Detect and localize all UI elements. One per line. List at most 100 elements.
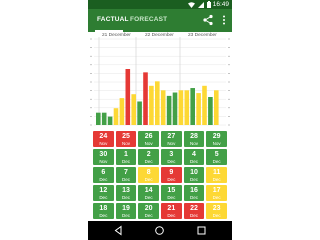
calendar-day-number: 30: [99, 150, 108, 158]
calendar-day-cell[interactable]: 6 Dec: [93, 167, 114, 183]
chart-bar: [131, 94, 136, 125]
calendar-day-cell[interactable]: 29 Nov: [206, 131, 227, 147]
calendar-day-month: Dec: [121, 212, 130, 218]
calendar-day-month: Nov: [144, 140, 153, 146]
calendar-day-month: Dec: [212, 158, 221, 164]
calendar-day-number: 13: [122, 186, 130, 194]
calendar-day-month: Dec: [144, 176, 153, 182]
calendar-day-cell[interactable]: 22 Dec: [183, 203, 205, 219]
calendar-day-cell[interactable]: 7 Dec: [115, 167, 137, 183]
calendar-day-cell[interactable]: 28 Nov: [183, 131, 205, 147]
calendar-day-cell[interactable]: 21 Dec: [160, 203, 182, 219]
calendar-day-cell[interactable]: 26 Nov: [138, 131, 159, 147]
calendar-day-cell[interactable]: 8 Dec: [138, 167, 159, 183]
chart-bar: [125, 69, 131, 125]
calendar-day-number: 15: [167, 186, 176, 194]
calendar-day-number: 19: [122, 204, 130, 212]
calendar-day-month: Dec: [121, 176, 130, 182]
calendar-day-number: 25: [122, 132, 130, 140]
navigation-bar: [88, 221, 232, 240]
calendar-day-number: 11: [212, 168, 221, 176]
battery-icon: [207, 1, 211, 8]
chart-bar: [184, 90, 190, 125]
phone-screen: 16:49 FACTUAL FORECAST 21 December 22 De…: [88, 0, 232, 240]
day-calendar-grid: 24 Nov 25 Nov 26 Nov 27 Nov 28 Nov 29 Nov 30 Nov 1 Dec 2…: [93, 131, 227, 219]
calendar-day-cell[interactable]: 25 Nov: [115, 131, 137, 147]
calendar-day-cell[interactable]: 17 Dec: [206, 185, 227, 201]
calendar-day-number: 17: [212, 186, 221, 194]
chart-bar: [190, 88, 195, 125]
calendar-day-cell[interactable]: 2 Dec: [138, 149, 159, 165]
calendar-day-month: Dec: [167, 212, 176, 218]
calendar-day-number: 16: [190, 186, 198, 194]
more-vertical-icon[interactable]: [217, 13, 231, 27]
calendar-day-cell[interactable]: 18 Dec: [93, 203, 114, 219]
calendar-day-month: Nov: [212, 140, 221, 146]
chart-bar: [160, 90, 166, 125]
chart-bar: [202, 85, 207, 125]
calendar-day-number: 14: [144, 186, 153, 194]
calendar-day-cell[interactable]: 23 Dec: [206, 203, 227, 219]
chart-bar: [143, 72, 148, 125]
chart-bar: [149, 85, 154, 125]
calendar-day-month: Dec: [99, 194, 108, 200]
recents-icon[interactable]: [196, 225, 207, 236]
pollution-chart: 21 December 22 December 23 December: [88, 32, 232, 128]
calendar-day-number: 21: [167, 204, 176, 212]
calendar-day-month: Nov: [99, 140, 108, 146]
status-icons: [188, 1, 211, 8]
chart-bar: [166, 95, 172, 125]
chart-bar: [178, 90, 184, 125]
calendar-day-month: Dec: [144, 212, 153, 218]
tab-factual[interactable]: FACTUAL: [97, 16, 129, 23]
clock-text: 16:49: [212, 1, 229, 8]
tab-forecast[interactable]: FORECAST: [130, 16, 167, 23]
chart-bar: [208, 97, 213, 125]
calendar-day-cell[interactable]: 24 Nov: [93, 131, 114, 147]
chart-plot: [90, 37, 230, 126]
calendar-day-cell[interactable]: 27 Nov: [160, 131, 182, 147]
calendar-day-cell[interactable]: 5 Dec: [206, 149, 227, 165]
calendar-day-number: 23: [212, 204, 221, 212]
calendar-day-cell[interactable]: 3 Dec: [160, 149, 182, 165]
calendar-day-number: 29: [212, 132, 221, 140]
calendar-day-month: Dec: [99, 212, 108, 218]
chart-bar: [113, 108, 119, 125]
calendar-day-cell[interactable]: 12 Dec: [93, 185, 114, 201]
calendar-day-cell[interactable]: 11 Dec: [206, 167, 227, 183]
calendar-day-cell[interactable]: 19 Dec: [115, 203, 137, 219]
home-icon[interactable]: [154, 225, 165, 236]
calendar-day-cell[interactable]: 20 Dec: [138, 203, 159, 219]
chart-bar: [101, 112, 107, 125]
calendar-day-cell[interactable]: 14 Dec: [138, 185, 159, 201]
calendar-day-month: Dec: [144, 158, 153, 164]
chart-bar: [107, 116, 113, 125]
calendar-day-cell[interactable]: 30 Nov: [93, 149, 114, 165]
calendar-day-cell[interactable]: 15 Dec: [160, 185, 182, 201]
calendar-day-cell[interactable]: 16 Dec: [183, 185, 205, 201]
calendar-day-month: Dec: [167, 158, 176, 164]
calendar-day-month: Nov: [167, 140, 176, 146]
calendar-day-number: 27: [167, 132, 176, 140]
calendar-day-cell[interactable]: 4 Dec: [183, 149, 205, 165]
calendar-day-number: 8: [146, 168, 151, 176]
chart-bar: [137, 101, 142, 125]
calendar-day-cell[interactable]: 9 Dec: [160, 167, 182, 183]
calendar-day-cell[interactable]: 13 Dec: [115, 185, 137, 201]
calendar-day-number: 26: [144, 132, 153, 140]
wifi-icon: [188, 1, 195, 8]
app-bar: FACTUAL FORECAST: [88, 9, 232, 32]
calendar-day-month: Dec: [167, 194, 176, 200]
calendar-day-cell[interactable]: 10 Dec: [183, 167, 205, 183]
share-icon[interactable]: [201, 13, 215, 27]
chart-bar: [196, 93, 201, 125]
calendar-day-month: Dec: [121, 158, 130, 164]
calendar-day-month: Dec: [121, 194, 130, 200]
chart-bar: [172, 92, 178, 125]
calendar-day-cell[interactable]: 1 Dec: [115, 149, 137, 165]
chart-bar: [155, 81, 160, 125]
calendar-day-number: 22: [190, 204, 198, 212]
back-icon[interactable]: [113, 225, 124, 236]
calendar-day-month: Dec: [212, 212, 221, 218]
chart-bar: [96, 112, 101, 125]
